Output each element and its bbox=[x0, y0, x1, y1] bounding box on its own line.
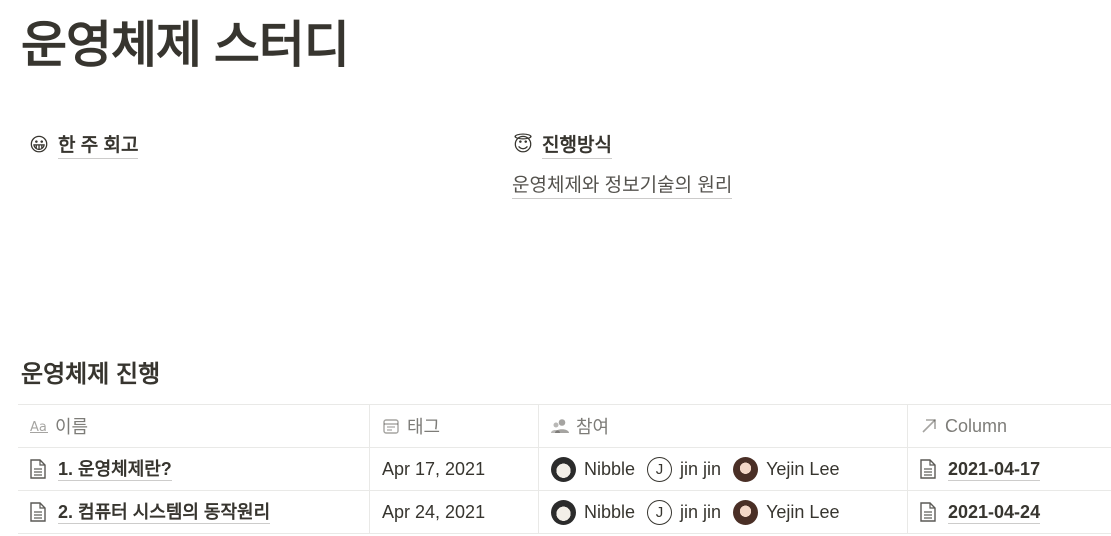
page-document-icon bbox=[30, 501, 48, 523]
letter-avatar: J bbox=[647, 456, 673, 482]
panda-avatar bbox=[551, 456, 576, 482]
page: 운영체제 스터디 😀 한 주 회고 😇 진행방식 운영체제와 정보기술의 원리 … bbox=[0, 0, 1111, 536]
book-link[interactable]: 운영체제와 정보기술의 원리 bbox=[512, 173, 733, 199]
person-chip: Nibble bbox=[551, 499, 636, 525]
column-header-tag[interactable]: 태그 bbox=[370, 405, 539, 447]
left-column: 😀 한 주 회고 bbox=[28, 132, 139, 160]
svg-text:Aa: Aa bbox=[30, 420, 47, 433]
database-table: Aa 이름 태그 참여 Column 1. 운영체제란? Apr 17, 202… bbox=[18, 404, 1111, 534]
column-header-label: 태그 bbox=[407, 417, 441, 437]
person-chip: Nibble bbox=[551, 456, 636, 482]
row-date-cell[interactable]: Apr 24, 2021 bbox=[370, 491, 539, 533]
page-link-process[interactable]: 😇 진행방식 bbox=[512, 132, 732, 160]
column-header-column[interactable]: Column bbox=[908, 405, 1111, 447]
person-chip: J jin jin bbox=[647, 499, 722, 525]
photo-avatar bbox=[733, 499, 759, 525]
row-name-cell[interactable]: 2. 컴퓨터 시스템의 동작원리 bbox=[18, 491, 370, 533]
table-row[interactable]: 1. 운영체제란? Apr 17, 2021 Nibble J jin jin … bbox=[18, 448, 1111, 491]
page-link-weekly-review[interactable]: 😀 한 주 회고 bbox=[28, 132, 139, 160]
person-chip: J jin jin bbox=[647, 456, 722, 482]
column-header-label: 참여 bbox=[576, 417, 610, 437]
column-header-label: Column bbox=[945, 415, 1008, 436]
row-people-cell[interactable]: Nibble J jin jin Yejin Lee bbox=[539, 448, 908, 490]
person-name: Nibble bbox=[584, 501, 636, 522]
row-people-cell[interactable]: Nibble J jin jin Yejin Lee bbox=[539, 491, 908, 533]
row-date-cell[interactable]: Apr 17, 2021 bbox=[370, 448, 539, 490]
page-link-label: 한 주 회고 bbox=[58, 134, 139, 159]
person-name: jin jin bbox=[680, 501, 722, 522]
person-name: jin jin bbox=[680, 458, 722, 479]
calendar-icon bbox=[382, 417, 400, 435]
column-header-participants[interactable]: 참여 bbox=[539, 405, 908, 447]
column-header-name[interactable]: Aa 이름 bbox=[18, 405, 370, 447]
table-header: Aa 이름 태그 참여 Column bbox=[18, 405, 1111, 448]
page-document-icon bbox=[30, 458, 48, 480]
column-header-label: 이름 bbox=[55, 417, 89, 437]
row-name[interactable]: 2. 컴퓨터 시스템의 동작원리 bbox=[58, 501, 271, 524]
page-title: 운영체제 스터디 bbox=[21, 17, 350, 73]
panda-avatar bbox=[551, 499, 576, 525]
person-chip: Yejin Lee bbox=[733, 456, 840, 482]
column-page-link[interactable]: 2021-04-17 bbox=[948, 458, 1041, 481]
page-document-icon bbox=[920, 458, 938, 480]
people-icon bbox=[551, 417, 569, 435]
row-column-cell[interactable]: 2021-04-24 bbox=[908, 491, 1111, 533]
page-document-icon bbox=[920, 501, 938, 523]
person-name: Yejin Lee bbox=[766, 458, 840, 479]
column-page-link[interactable]: 2021-04-24 bbox=[948, 501, 1041, 524]
page-link-label: 진행방식 bbox=[542, 134, 612, 159]
letter-avatar: J bbox=[647, 499, 673, 525]
person-name: Yejin Lee bbox=[766, 501, 840, 522]
row-date: Apr 17, 2021 bbox=[382, 458, 486, 479]
person-chip: Yejin Lee bbox=[733, 499, 840, 525]
row-date: Apr 24, 2021 bbox=[382, 501, 486, 522]
database-title[interactable]: 운영체제 진행 bbox=[21, 358, 160, 392]
row-name-cell[interactable]: 1. 운영체제란? bbox=[18, 448, 370, 490]
photo-avatar bbox=[733, 456, 759, 482]
row-name[interactable]: 1. 운영체제란? bbox=[58, 458, 172, 481]
person-name: Nibble bbox=[584, 458, 636, 479]
arrow-up-right-icon bbox=[920, 417, 938, 435]
smiling-halo-face-icon: 😇 bbox=[513, 135, 533, 156]
title-aa-icon: Aa bbox=[30, 417, 48, 435]
table-row[interactable]: 2. 컴퓨터 시스템의 동작원리 Apr 24, 2021 Nibble J j… bbox=[18, 491, 1111, 534]
grinning-face-icon: 😀 bbox=[29, 135, 49, 156]
right-column: 😇 진행방식 운영체제와 정보기술의 원리 bbox=[512, 132, 733, 199]
row-column-cell[interactable]: 2021-04-17 bbox=[908, 448, 1111, 490]
